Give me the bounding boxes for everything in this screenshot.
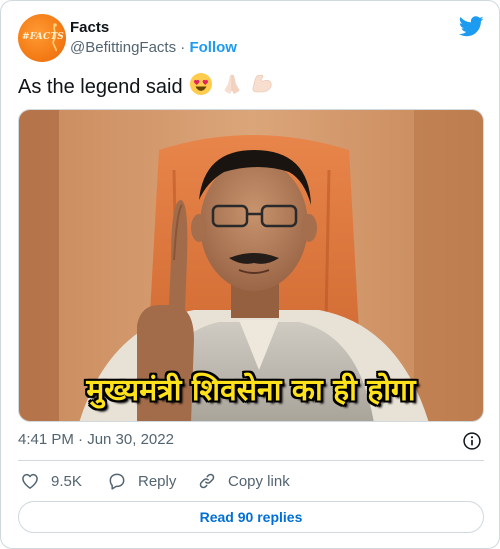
read-replies-button[interactable]: Read 90 replies: [18, 501, 484, 533]
handle-row: @BefittingFacts · Follow: [70, 39, 237, 56]
tweet-card: #FACTS Facts @BefittingFacts · Follow As…: [0, 0, 500, 549]
heart-eyes-emoji-icon: [190, 73, 213, 95]
avatar-logo-text: #FACTS: [22, 32, 64, 42]
avatar[interactable]: #FACTS: [18, 14, 66, 62]
copy-link-button[interactable]: Copy link: [197, 469, 290, 493]
like-button[interactable]: 9.5K: [20, 469, 82, 493]
reply-label: Reply: [138, 472, 177, 490]
media-caption: मुख्यमंत्री शिवसेना का ही होगा: [86, 373, 416, 408]
tweet-media-image[interactable]: मुख्यमंत्री शिवसेना का ही होगा: [18, 109, 484, 422]
flexed-biceps-emoji-icon: [252, 74, 272, 93]
copy-link-label: Copy link: [228, 472, 290, 490]
follow-link[interactable]: Follow: [189, 39, 237, 56]
divider: [18, 460, 484, 461]
action-bar: 9.5K Reply Copy link: [18, 469, 484, 493]
like-count: 9.5K: [51, 472, 82, 490]
folded-hands-emoji-icon: [224, 74, 240, 94]
tweet-timestamp[interactable]: 4:41 PM · Jun 30, 2022: [18, 431, 174, 448]
reply-bubble-icon: [109, 473, 125, 490]
tweet-text: As the legend said: [18, 76, 183, 98]
display-name[interactable]: Facts: [70, 19, 109, 36]
heart-icon: [22, 473, 38, 489]
link-icon: [199, 473, 215, 489]
twitter-bird-icon[interactable]: [459, 16, 484, 37]
user-handle[interactable]: @BefittingFacts: [70, 39, 176, 56]
tweet-header: #FACTS Facts @BefittingFacts · Follow: [18, 14, 484, 62]
info-icon[interactable]: [462, 431, 482, 451]
reply-button[interactable]: Reply: [107, 469, 176, 493]
handle-separator: ·: [180, 39, 186, 56]
tweet-text-row: As the legend said: [18, 72, 274, 99]
